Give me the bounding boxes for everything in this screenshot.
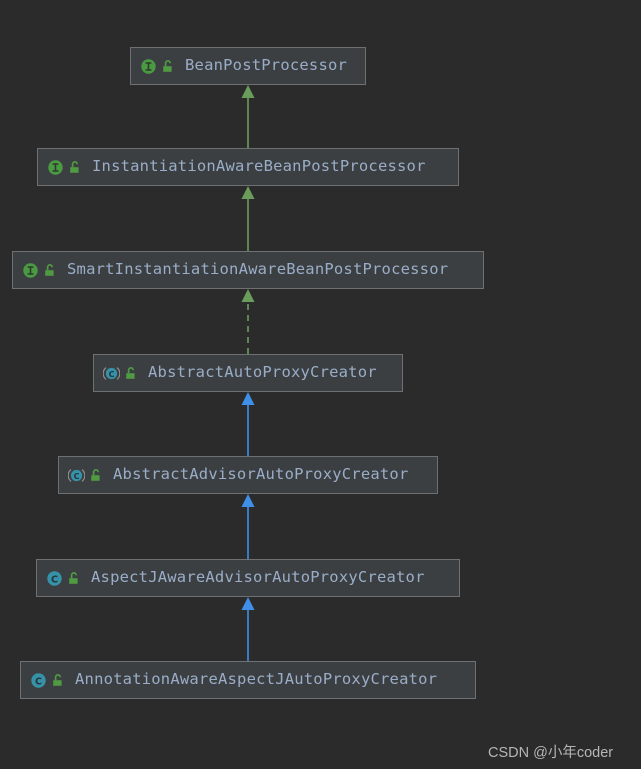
class-node-label: SmartInstantiationAwareBeanPostProcessor — [67, 260, 449, 279]
svg-text:C: C — [51, 574, 58, 585]
interface-icon — [140, 58, 157, 75]
edge-implements — [239, 289, 257, 354]
class-node-annotation-aware-aspectj-auto-proxy-creator[interactable]: C AnnotationAwareAspectJAutoProxyCreator — [20, 661, 476, 699]
unlocked-padlock-icon — [67, 571, 82, 586]
edge-extends — [239, 186, 257, 251]
class-node-label: BeanPostProcessor — [185, 56, 348, 75]
edge-extends — [239, 597, 257, 661]
class-node-label: AbstractAdvisorAutoProxyCreator — [113, 465, 409, 484]
class-node-label: AspectJAwareAdvisorAutoProxyCreator — [91, 568, 425, 587]
unlocked-padlock-icon — [124, 366, 139, 381]
edge-extends — [239, 392, 257, 456]
interface-icon — [22, 262, 39, 279]
class-node-bean-post-processor[interactable]: BeanPostProcessor — [130, 47, 366, 85]
abstract-class-icon: C — [68, 467, 85, 484]
unlocked-padlock-icon — [89, 468, 104, 483]
class-node-abstract-auto-proxy-creator[interactable]: C AbstractAutoProxyCreator — [93, 354, 403, 392]
class-icon: C — [46, 570, 63, 587]
class-node-label: InstantiationAwareBeanPostProcessor — [92, 157, 426, 176]
unlocked-padlock-icon — [161, 59, 176, 74]
svg-text:C: C — [74, 471, 80, 480]
interface-icon — [47, 159, 64, 176]
class-node-instantiation-aware-bean-post-processor[interactable]: InstantiationAwareBeanPostProcessor — [37, 148, 459, 186]
watermark: CSDN @小年coder — [488, 745, 614, 761]
class-node-label: AnnotationAwareAspectJAutoProxyCreator — [75, 670, 438, 689]
unlocked-padlock-icon — [51, 673, 66, 688]
class-hierarchy-diagram: BeanPostProcessor InstantiationAwareBeanP… — [0, 0, 641, 769]
edge-extends — [239, 494, 257, 559]
unlocked-padlock-icon — [43, 263, 58, 278]
class-node-smart-instantiation-aware-bean-post-processor[interactable]: SmartInstantiationAwareBeanPostProcessor — [12, 251, 484, 289]
class-icon: C — [30, 672, 47, 689]
class-node-aspectj-aware-advisor-auto-proxy-creator[interactable]: C AspectJAwareAdvisorAutoProxyCreator — [36, 559, 460, 597]
svg-text:C: C — [35, 676, 42, 687]
class-node-abstract-advisor-auto-proxy-creator[interactable]: C AbstractAdvisorAutoProxyCreator — [58, 456, 438, 494]
edge-extends — [239, 85, 257, 148]
unlocked-padlock-icon — [68, 160, 83, 175]
class-node-label: AbstractAutoProxyCreator — [148, 363, 377, 382]
abstract-class-icon: C — [103, 365, 120, 382]
svg-text:C: C — [109, 369, 115, 378]
